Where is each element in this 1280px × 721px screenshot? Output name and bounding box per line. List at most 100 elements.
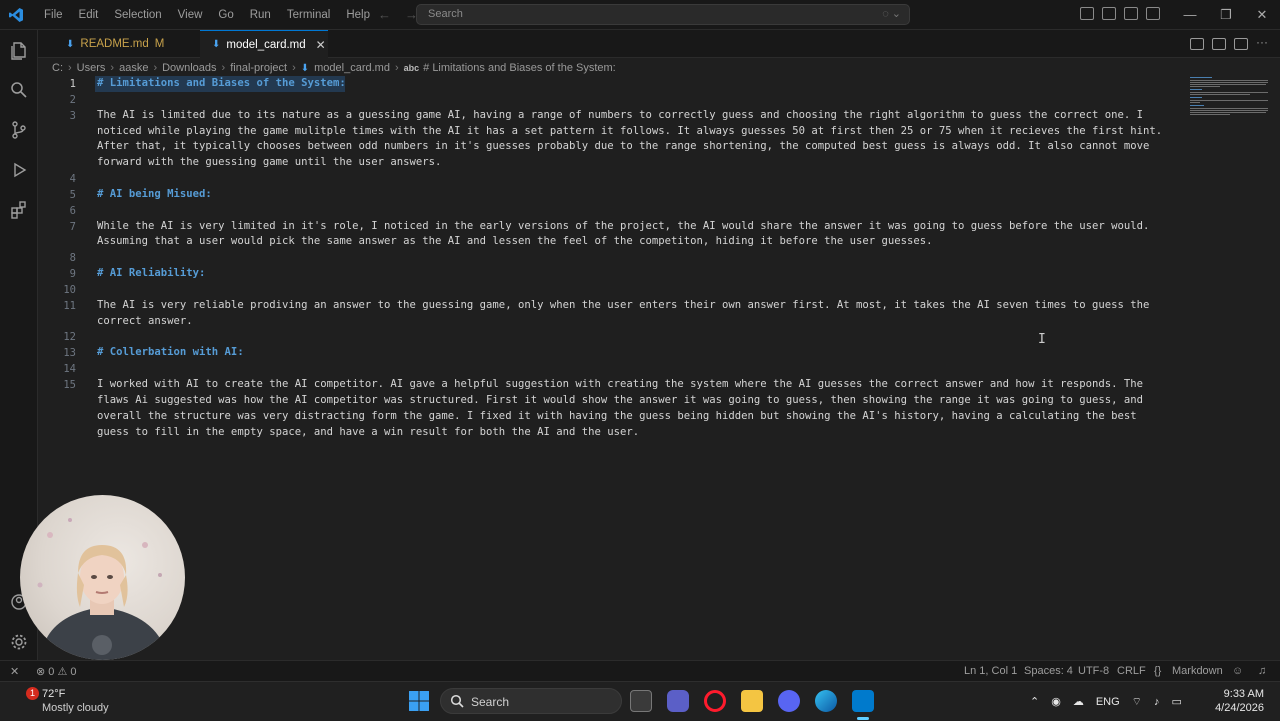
tray-app-icon[interactable]: ◉ xyxy=(1051,695,1061,708)
task-view-icon[interactable] xyxy=(630,690,652,712)
opera-icon[interactable] xyxy=(704,690,726,712)
temperature: 72°F xyxy=(42,688,66,700)
paragraph-line: forward with the guessing game until the… xyxy=(97,156,442,168)
settings-gear-icon[interactable] xyxy=(9,632,29,652)
menu-run[interactable]: Run xyxy=(242,9,279,21)
edge-icon[interactable] xyxy=(815,690,837,712)
volume-icon[interactable]: ♪ xyxy=(1154,696,1160,708)
tray-language[interactable]: ENG xyxy=(1096,696,1120,708)
onedrive-icon[interactable]: ☁ xyxy=(1073,695,1084,708)
vscode-logo-icon xyxy=(9,8,23,22)
line-number: 1 xyxy=(69,78,76,90)
paragraph-line: correct answer. xyxy=(97,315,193,327)
line-number: 3 xyxy=(69,110,76,122)
encoding[interactable]: UTF-8 xyxy=(1078,665,1109,677)
remote-icon[interactable]: ✕ xyxy=(10,665,19,678)
menu-file[interactable]: File xyxy=(36,9,71,21)
tab-model-card-label: model_card.md xyxy=(226,38,306,51)
language-mode[interactable]: Markdown xyxy=(1172,665,1223,677)
breadcrumb-users[interactable]: Users xyxy=(77,62,106,74)
minimize-icon[interactable]: — xyxy=(1172,0,1208,30)
markdown-file-icon: ⬇ xyxy=(66,38,75,50)
source-control-icon[interactable] xyxy=(9,120,29,140)
end-of-line[interactable]: CRLF xyxy=(1117,665,1146,677)
menu-go[interactable]: Go xyxy=(210,9,241,21)
braces-icon: {} xyxy=(1154,665,1162,677)
vscode-taskbar-icon[interactable] xyxy=(852,690,874,712)
battery-icon[interactable]: ▭ xyxy=(1172,695,1182,708)
problems-indicator[interactable]: ⊗ 0 ⚠ 0 xyxy=(36,665,77,678)
close-window-icon[interactable]: ✕ xyxy=(1244,0,1280,30)
paragraph-line: overall the structure was very distracti… xyxy=(97,410,1137,422)
tab-model-card[interactable]: ⬇ model_card.md ✕ xyxy=(200,30,328,58)
warning-count: 0 xyxy=(70,666,77,678)
line-number: 14 xyxy=(63,363,76,375)
extensions-icon[interactable] xyxy=(9,200,29,220)
line-number: 11 xyxy=(63,300,76,312)
wifi-icon[interactable]: ⌔ xyxy=(1132,695,1142,709)
paragraph-line: The AI is very reliable prodiving an ans… xyxy=(97,299,1150,311)
clock-date: 4/24/2026 xyxy=(1215,702,1264,714)
menu-help[interactable]: Help xyxy=(338,9,378,21)
open-preview-icon[interactable] xyxy=(1190,38,1204,50)
editor-actions: ··· xyxy=(1190,36,1270,50)
more-actions-icon[interactable]: ··· xyxy=(1256,36,1270,50)
menu-selection[interactable]: Selection xyxy=(106,9,169,21)
line-number: 4 xyxy=(69,173,76,185)
chevron-up-icon[interactable]: ⌃ xyxy=(1030,695,1039,708)
breadcrumb-user[interactable]: aaske xyxy=(119,62,148,74)
line-number: 6 xyxy=(69,205,76,217)
menu-edit[interactable]: Edit xyxy=(71,9,107,21)
search-icon[interactable] xyxy=(9,80,29,100)
breadcrumb-downloads[interactable]: Downloads xyxy=(162,62,216,74)
line-number: 5 xyxy=(69,189,76,201)
cursor-position[interactable]: Ln 1, Col 1 xyxy=(964,665,1017,677)
symbol-string-icon: abc xyxy=(403,63,420,73)
error-count: 0 xyxy=(48,666,55,678)
taskbar-search[interactable]: Search xyxy=(440,688,622,714)
window-controls: — ❐ ✕ xyxy=(1172,0,1280,30)
restore-icon[interactable]: ❐ xyxy=(1208,0,1244,30)
command-center-placeholder: Search xyxy=(428,8,463,20)
tab-readme[interactable]: ⬇ README.md M xyxy=(48,30,200,58)
breadcrumb-symbol[interactable]: # Limitations and Biases of the System: xyxy=(423,62,616,74)
toggle-primary-sidebar-icon[interactable] xyxy=(1102,7,1116,20)
discord-icon[interactable] xyxy=(778,690,800,712)
webcam-overlay xyxy=(20,495,185,660)
markdown-file-icon: ⬇ xyxy=(212,39,221,50)
windows-taskbar: 1 72°F Mostly cloudy Search ⌃ ◉ ☁ ENG ⌔ … xyxy=(0,681,1280,720)
breadcrumb-project[interactable]: final-project xyxy=(230,62,287,74)
heading-misused: # AI being Misued: xyxy=(97,188,212,200)
person-video-image xyxy=(37,518,168,660)
toggle-secondary-sidebar-icon[interactable] xyxy=(1146,7,1160,20)
command-center-search[interactable]: Search ◌ ⌄ xyxy=(416,4,910,25)
breadcrumb-file[interactable]: model_card.md xyxy=(314,62,390,74)
copilot-icon[interactable]: ◌ ⌄ xyxy=(882,7,901,20)
indentation[interactable]: Spaces: 4 xyxy=(1024,665,1073,677)
windows-start-icon[interactable] xyxy=(408,690,430,712)
explorer-icon[interactable] xyxy=(9,40,29,60)
mouse-cursor-icon: I xyxy=(1038,332,1046,347)
copilot-status-icon[interactable]: ☺ xyxy=(1232,665,1243,677)
teams-icon[interactable] xyxy=(667,690,689,712)
back-arrow-icon[interactable]: ← xyxy=(378,7,391,22)
warning-icon: ⚠ xyxy=(57,666,68,678)
code-editor[interactable]: 1 2 3 4 5 6 7 8 9 10 11 12 13 14 15 # Li… xyxy=(38,76,1188,660)
toggle-panel-icon[interactable] xyxy=(1124,7,1138,20)
split-editor-icon[interactable] xyxy=(1234,38,1248,50)
minimap[interactable] xyxy=(1190,76,1270,116)
menu-view[interactable]: View xyxy=(170,9,211,21)
taskbar-search-label: Search xyxy=(471,695,510,709)
file-explorer-icon[interactable] xyxy=(741,690,763,712)
close-tab-icon[interactable]: ✕ xyxy=(316,38,326,52)
line-number: 12 xyxy=(63,331,76,343)
menu-terminal[interactable]: Terminal xyxy=(279,9,338,21)
layout-controls xyxy=(1080,7,1160,20)
notifications-bell-icon[interactable]: ♫ xyxy=(1258,665,1266,677)
breadcrumb-drive[interactable]: C: xyxy=(52,62,63,74)
taskbar-clock[interactable]: 9:33 AM 4/24/2026 xyxy=(1212,687,1264,715)
open-preview-side-icon[interactable] xyxy=(1212,38,1226,50)
customize-layout-icon[interactable] xyxy=(1080,7,1094,20)
run-debug-icon[interactable] xyxy=(9,160,29,180)
paragraph-line: noticed while playing the game mulitple … xyxy=(97,125,1163,137)
